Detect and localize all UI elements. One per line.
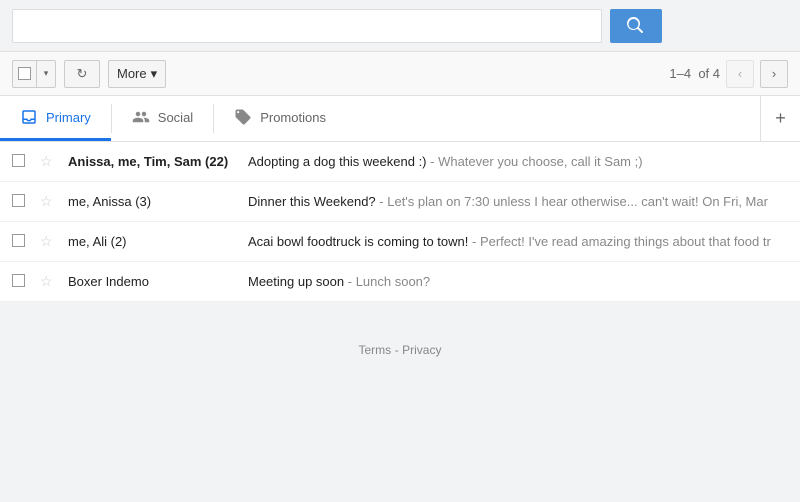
- search-input[interactable]: [12, 9, 602, 43]
- tab-social[interactable]: Social: [112, 96, 213, 141]
- star-0[interactable]: ☆: [40, 153, 60, 170]
- nav-prev-icon: ‹: [738, 66, 742, 81]
- star-2[interactable]: ☆: [40, 233, 60, 250]
- toolbar: ▾ ↻ More ▾ 1–4 of 4 ‹ ›: [0, 52, 800, 96]
- sender-2: me, Ali (2): [68, 234, 248, 249]
- star-3[interactable]: ☆: [40, 273, 60, 290]
- tab-promotions[interactable]: Promotions: [214, 96, 346, 141]
- tabs-bar: Primary Social Promotions +: [0, 96, 800, 142]
- sender-0: Anissa, me, Tim, Sam (22): [68, 154, 248, 169]
- row-checkbox-1[interactable]: [12, 194, 32, 210]
- email-row[interactable]: ☆ me, Anissa (3) Dinner this Weekend? - …: [0, 182, 800, 222]
- tab-add-icon: +: [775, 108, 786, 129]
- search-icon: [627, 17, 645, 35]
- more-label: More: [117, 66, 147, 81]
- subject-1: Dinner this Weekend?: [248, 194, 376, 209]
- row-checkbox-3[interactable]: [12, 274, 32, 290]
- preview-2: - Perfect! I've read amazing things abou…: [472, 234, 771, 249]
- tab-primary[interactable]: Primary: [0, 96, 111, 141]
- refresh-icon: ↻: [77, 66, 88, 82]
- email-body-2: Acai bowl foodtruck is coming to town! -…: [248, 234, 788, 249]
- terms-link[interactable]: Terms: [359, 343, 392, 357]
- people-icon: [132, 108, 150, 126]
- email-body-1: Dinner this Weekend? - Let's plan on 7:3…: [248, 194, 788, 209]
- email-row[interactable]: ☆ Boxer Indemo Meeting up soon - Lunch s…: [0, 262, 800, 302]
- subject-2: Acai bowl foodtruck is coming to town!: [248, 234, 468, 249]
- email-body-3: Meeting up soon - Lunch soon?: [248, 274, 788, 289]
- sender-3: Boxer Indemo: [68, 274, 248, 289]
- star-1[interactable]: ☆: [40, 193, 60, 210]
- checkbox-inner-3: [12, 274, 25, 287]
- tab-add-button[interactable]: +: [760, 96, 800, 141]
- tag-icon: [234, 108, 252, 126]
- preview-0: - Whatever you choose, call it Sam ;): [430, 154, 642, 169]
- nav-prev-button[interactable]: ‹: [726, 60, 754, 88]
- tab-primary-label: Primary: [46, 110, 91, 125]
- checkbox-inner-1: [12, 194, 25, 207]
- search-bar: [0, 0, 800, 52]
- email-row[interactable]: ☆ Anissa, me, Tim, Sam (22) Adopting a d…: [0, 142, 800, 182]
- email-list: ☆ Anissa, me, Tim, Sam (22) Adopting a d…: [0, 142, 800, 302]
- inbox-icon: [20, 108, 38, 126]
- preview-1: - Let's plan on 7:30 unless I hear other…: [379, 194, 768, 209]
- row-checkbox-2[interactable]: [12, 234, 32, 250]
- checkbox-inner-2: [12, 234, 25, 247]
- email-row[interactable]: ☆ me, Ali (2) Acai bowl foodtruck is com…: [0, 222, 800, 262]
- tab-promotions-label: Promotions: [260, 110, 326, 125]
- email-body-0: Adopting a dog this weekend :) - Whateve…: [248, 154, 788, 169]
- refresh-button[interactable]: ↻: [64, 60, 100, 88]
- subject-0: Adopting a dog this weekend :): [248, 154, 427, 169]
- more-arrow-icon: ▾: [151, 66, 158, 82]
- row-checkbox-0[interactable]: [12, 154, 32, 170]
- pagination-range: 1–4 of 4: [669, 66, 720, 81]
- select-all-dropdown[interactable]: ▾: [12, 60, 56, 88]
- privacy-link[interactable]: Privacy: [402, 343, 441, 357]
- more-button[interactable]: More ▾: [108, 60, 166, 88]
- pagination: 1–4 of 4 ‹ ›: [669, 60, 788, 88]
- footer: Terms - Privacy: [0, 302, 800, 377]
- checkbox-inner-0: [12, 154, 25, 167]
- subject-3: Meeting up soon: [248, 274, 344, 289]
- checkbox-inner: [18, 67, 31, 80]
- select-all-checkbox[interactable]: [13, 60, 37, 88]
- sender-1: me, Anissa (3): [68, 194, 248, 209]
- search-button[interactable]: [610, 9, 662, 43]
- tab-social-label: Social: [158, 110, 193, 125]
- nav-next-icon: ›: [772, 66, 776, 81]
- select-dropdown-arrow[interactable]: ▾: [37, 60, 55, 88]
- nav-next-button[interactable]: ›: [760, 60, 788, 88]
- preview-3: - Lunch soon?: [348, 274, 430, 289]
